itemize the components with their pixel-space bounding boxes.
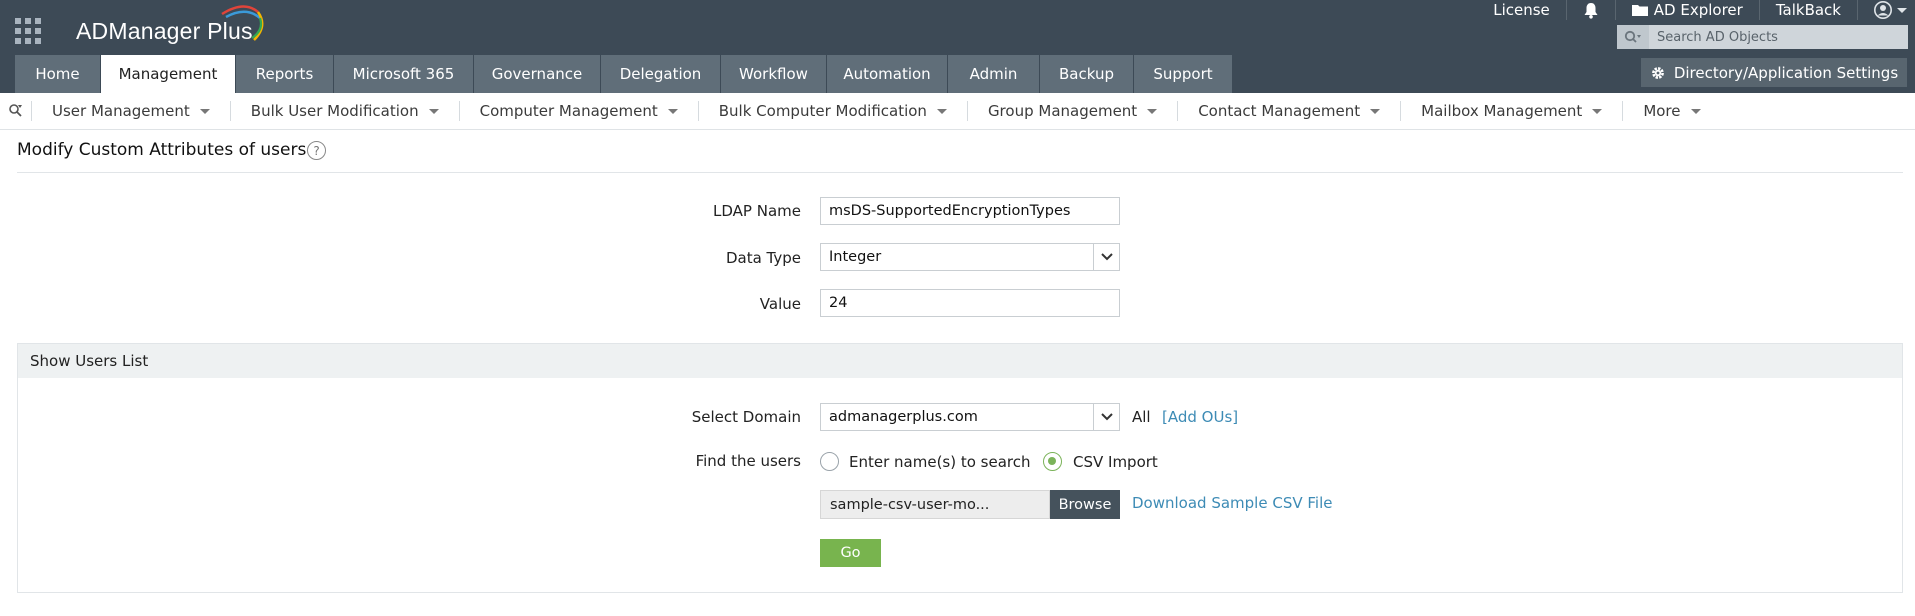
help-icon[interactable]: ? [307,141,326,160]
directory-settings-label: Directory/Application Settings [1673,63,1899,82]
select-domain-label: Select Domain [691,408,801,426]
subnav-label: More [1643,102,1681,120]
csv-import-label: CSV Import [1073,453,1158,471]
directory-settings-button[interactable]: Directory/Application Settings [1641,58,1907,87]
csv-file-field[interactable]: sample-csv-user-mo... [820,490,1050,519]
search-input[interactable] [1649,29,1899,45]
value-label: Value [759,295,801,313]
chevron-down-icon[interactable] [1093,404,1119,430]
subnav-label: Bulk Computer Modification [718,102,927,120]
talkback-link[interactable]: TalkBack [1760,1,1857,19]
subnav-computer-management[interactable]: Computer Management [460,101,699,121]
value-field[interactable]: 24 [820,289,1120,317]
csv-import-radio[interactable] [1043,452,1062,471]
user-menu-button[interactable] [1858,1,1907,19]
enter-names-radio[interactable] [820,452,839,471]
chevron-down-icon[interactable] [1093,244,1119,270]
tab-management[interactable]: Management [101,55,235,93]
download-sample-csv-link[interactable]: Download Sample CSV File [1132,494,1332,512]
chevron-down-icon [1147,108,1158,114]
subnav-contact-management[interactable]: Contact Management [1178,101,1402,121]
chevron-down-icon [1690,108,1701,114]
tab-admin[interactable]: Admin [948,55,1039,93]
ad-explorer-label: AD Explorer [1653,1,1743,19]
chevron-down-icon [1370,108,1381,114]
tab-home[interactable]: Home [15,55,100,93]
go-button[interactable]: Go [820,539,881,567]
chevron-down-icon [199,108,210,114]
brand-logo-icon [221,5,264,41]
divider [17,172,1903,173]
tab-automation[interactable]: Automation [827,55,947,93]
app-header: ADManager Plus License AD Explorer TalkB… [0,0,1915,93]
all-ous-label: All [1132,408,1151,426]
bell-icon [1584,2,1598,19]
subnav-mailbox-management[interactable]: Mailbox Management [1401,101,1624,121]
data-type-label: Data Type [725,249,801,267]
subnav-bulk-computer-modification[interactable]: Bulk Computer Modification [699,101,968,121]
tab-governance[interactable]: Governance [474,55,600,93]
enter-names-label: Enter name(s) to search [849,453,1031,471]
tab-backup[interactable]: Backup [1040,55,1133,93]
subnav-label: Contact Management [1198,102,1361,120]
data-type-select[interactable]: Integer [820,243,1120,271]
data-type-value: Integer [829,249,882,265]
main-tabs: Home Management Reports Microsoft 365 Go… [15,55,1233,93]
search-icon[interactable] [1617,25,1649,49]
ldap-name-label: LDAP Name [713,202,801,220]
tab-delegation[interactable]: Delegation [601,55,720,93]
chevron-down-icon [428,108,439,114]
browse-button[interactable]: Browse [1050,490,1120,519]
app-launcher-icon[interactable] [15,18,41,44]
subnav-more[interactable]: More [1623,101,1720,121]
subnav-user-management[interactable]: User Management [32,101,231,121]
user-avatar-icon [1874,1,1892,19]
page-title: Modify Custom Attributes of users [17,140,307,160]
top-links: License AD Explorer TalkBack [1477,0,1907,20]
folder-icon [1631,5,1648,16]
subnav-group-management[interactable]: Group Management [968,101,1179,121]
subnav-label: Computer Management [479,102,658,120]
chevron-down-icon [1897,7,1907,13]
subnav-bulk-user-modification[interactable]: Bulk User Modification [231,101,460,121]
ldap-name-field[interactable]: msDS-SupportedEncryptionTypes [820,197,1120,225]
chevron-down-icon [936,108,947,114]
ad-explorer-link[interactable]: AD Explorer [1616,1,1759,19]
panel-title: Show Users List [18,344,1902,378]
tab-microsoft-365[interactable]: Microsoft 365 [334,55,473,93]
subnav-label: Bulk User Modification [250,102,419,120]
license-link[interactable]: License [1477,1,1566,19]
tab-workflow[interactable]: Workflow [721,55,826,93]
tab-support[interactable]: Support [1134,55,1232,93]
quick-search-icon[interactable] [0,101,32,121]
add-ous-link[interactable]: [Add OUs] [1162,408,1238,426]
domain-select[interactable]: admanagerplus.com [820,403,1120,431]
search-box [1617,25,1908,49]
subnav-label: Group Management [987,102,1138,120]
sub-navigation: User Management Bulk User Modification C… [0,93,1915,130]
chevron-down-icon [667,108,678,114]
notifications-button[interactable] [1567,2,1615,19]
subnav-label: User Management [52,102,190,120]
domain-value: admanagerplus.com [829,409,978,425]
tab-reports[interactable]: Reports [236,55,333,93]
subnav-label: Mailbox Management [1421,102,1583,120]
gear-icon [1651,66,1664,79]
chevron-down-icon [1592,108,1603,114]
find-users-label: Find the users [695,452,801,470]
